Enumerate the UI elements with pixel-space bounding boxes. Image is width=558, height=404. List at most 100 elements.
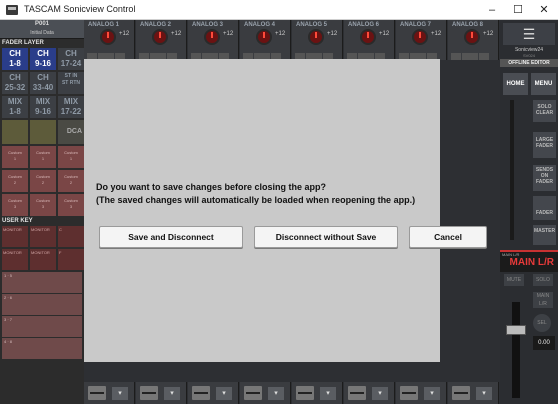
gain-value: +12 bbox=[119, 31, 130, 37]
list-item[interactable]: 1 · 5 bbox=[2, 272, 82, 293]
custom-layer-button[interactable]: Custom 2 bbox=[58, 170, 84, 192]
custom-layer-button[interactable]: Custom 1 bbox=[2, 146, 28, 168]
custom-layer-button[interactable]: Custom 3 bbox=[58, 194, 84, 216]
channel-head[interactable]: ANALOG 8 +12 bbox=[448, 20, 499, 60]
list-item[interactable]: 4 · 8 bbox=[2, 338, 82, 359]
channel-head[interactable]: ANALOG 1 +12 bbox=[84, 20, 135, 60]
fader-layer-top: CH bbox=[37, 73, 49, 82]
gain-knob[interactable] bbox=[204, 29, 220, 45]
channel-head[interactable]: ANALOG 2 +12 bbox=[136, 20, 187, 60]
fader-handle[interactable] bbox=[192, 386, 210, 400]
custom-layer-button[interactable]: Custom 2 bbox=[2, 170, 28, 192]
user-key-button[interactable]: C bbox=[58, 226, 84, 247]
custom-layer-button[interactable]: Custom 1 bbox=[58, 146, 84, 168]
menu-button[interactable]: MENU bbox=[531, 73, 556, 95]
fader-handle[interactable] bbox=[452, 386, 470, 400]
dca-label[interactable]: DCA bbox=[58, 120, 84, 144]
dca-slot[interactable] bbox=[30, 120, 56, 144]
fader-layer-button[interactable]: ST IN ST RTN bbox=[58, 72, 84, 94]
custom-number: 1 bbox=[41, 156, 45, 161]
mute-button[interactable]: MUTE bbox=[504, 274, 524, 286]
chevron-down-icon[interactable]: ▾ bbox=[424, 387, 440, 400]
solo-button[interactable]: SOLO bbox=[533, 274, 553, 286]
master-button[interactable]: MASTER bbox=[533, 225, 556, 245]
channel-status bbox=[399, 47, 444, 60]
gain-knob[interactable] bbox=[360, 29, 376, 45]
custom-layer-button[interactable]: Custom 3 bbox=[30, 194, 56, 216]
fader-layer-button[interactable]: MIX 17-22 bbox=[58, 96, 84, 118]
custom-layer-button[interactable]: Custom 2 bbox=[30, 170, 56, 192]
channel-head[interactable]: ANALOG 7 +12 bbox=[396, 20, 447, 60]
chevron-down-icon[interactable]: ▾ bbox=[164, 387, 180, 400]
user-key-button[interactable]: F bbox=[58, 249, 84, 270]
channel-head[interactable]: ANALOG 6 +12 bbox=[344, 20, 395, 60]
list-item[interactable]: 3 · 7 bbox=[2, 316, 82, 337]
channel-status bbox=[191, 47, 236, 60]
gain-knob[interactable] bbox=[412, 29, 428, 45]
fader-layer-button[interactable]: CH 1-8 bbox=[2, 48, 28, 70]
main-lr-assign-button[interactable]: MAIN L/R bbox=[533, 292, 553, 308]
disconnect-without-save-button[interactable]: Disconnect without Save bbox=[254, 226, 398, 248]
gain-knob[interactable] bbox=[152, 29, 168, 45]
cancel-button[interactable]: Cancel bbox=[409, 226, 487, 248]
fader-layer-bottom: 33-40 bbox=[32, 83, 54, 92]
master-fader-handle[interactable] bbox=[506, 325, 526, 335]
home-button[interactable]: HOME bbox=[503, 73, 528, 95]
large-fader-button[interactable]: LARGE FADER bbox=[533, 132, 556, 158]
chevron-down-icon[interactable]: ▾ bbox=[216, 387, 232, 400]
maximize-button[interactable]: ☐ bbox=[506, 2, 530, 18]
user-key-button[interactable]: MONITOR bbox=[30, 249, 56, 270]
fader-handle[interactable] bbox=[400, 386, 418, 400]
fader-layer-top: CH bbox=[9, 49, 21, 58]
fader-layer-button[interactable]: CH 33-40 bbox=[30, 72, 56, 94]
channel-name: ANALOG 8 bbox=[452, 22, 484, 28]
channel-head[interactable]: ANALOG 5 +12 bbox=[292, 20, 343, 60]
gain-knob[interactable] bbox=[100, 29, 116, 45]
solo-clear-button[interactable]: SOLO CLEAR bbox=[533, 100, 556, 122]
gain-knob[interactable] bbox=[308, 29, 324, 45]
fader-layer-top: CH bbox=[37, 49, 49, 58]
fader-flip-button[interactable]: FADER bbox=[533, 196, 556, 220]
list-item[interactable]: 2 · 6 bbox=[2, 294, 82, 315]
minimize-button[interactable]: – bbox=[480, 2, 504, 18]
fader-handle[interactable] bbox=[140, 386, 158, 400]
custom-layer-button[interactable]: Custom 3 bbox=[2, 194, 28, 216]
user-key-button[interactable]: MONITOR bbox=[2, 249, 28, 270]
fader-handle[interactable] bbox=[88, 386, 106, 400]
sends-on-fader-button[interactable]: SENDS ON FADER bbox=[533, 165, 556, 191]
main-lr-panel[interactable]: MAIN L/R MAIN L/R bbox=[500, 250, 558, 272]
master-fader-track bbox=[512, 302, 520, 398]
close-button[interactable]: ✕ bbox=[532, 2, 556, 18]
chevron-down-icon[interactable]: ▾ bbox=[268, 387, 284, 400]
chevron-down-icon[interactable]: ▾ bbox=[476, 387, 492, 400]
channel-head[interactable]: ANALOG 3 +12 bbox=[188, 20, 239, 60]
channel-name: ANALOG 2 bbox=[140, 22, 172, 28]
save-and-disconnect-button[interactable]: Save and Disconnect bbox=[99, 226, 243, 248]
chevron-down-icon[interactable]: ▾ bbox=[320, 387, 336, 400]
fader-layer-bottom: ST RTN bbox=[61, 80, 81, 86]
fader-layer-button[interactable]: CH 17-24 bbox=[58, 48, 84, 70]
channel-head[interactable]: ANALOG 4 +12 bbox=[240, 20, 291, 60]
gain-knob[interactable] bbox=[464, 29, 480, 45]
fader-layer-button[interactable]: CH 9-16 bbox=[30, 48, 56, 70]
user-key-button[interactable]: MONITOR bbox=[30, 226, 56, 247]
sel-button[interactable]: SEL bbox=[533, 314, 551, 332]
chevron-down-icon[interactable]: ▾ bbox=[372, 387, 388, 400]
custom-layer-button[interactable]: Custom 1 bbox=[30, 146, 56, 168]
dca-slot[interactable] bbox=[2, 120, 28, 144]
chevron-down-icon[interactable]: ▾ bbox=[112, 387, 128, 400]
gain-knob[interactable] bbox=[256, 29, 272, 45]
fader-layer-button[interactable]: MIX 9-16 bbox=[30, 96, 56, 118]
user-key-button[interactable]: MONITOR bbox=[2, 226, 28, 247]
gain-value: +12 bbox=[223, 31, 234, 37]
fader-handle[interactable] bbox=[348, 386, 366, 400]
project-info[interactable]: P001 Initial Data bbox=[0, 20, 84, 39]
menu-icon[interactable]: ☰ bbox=[503, 23, 555, 45]
fader-handle[interactable] bbox=[244, 386, 262, 400]
fader-handle[interactable] bbox=[296, 386, 314, 400]
custom-number: 3 bbox=[13, 204, 17, 209]
fader-layer-button[interactable]: CH 25-32 bbox=[2, 72, 28, 94]
fader-layer-bottom: 17-22 bbox=[60, 107, 82, 116]
channel-mini-list: 1 · 5 2 · 6 3 · 7 4 · 8 bbox=[0, 271, 84, 361]
fader-layer-button[interactable]: MIX 1-8 bbox=[2, 96, 28, 118]
